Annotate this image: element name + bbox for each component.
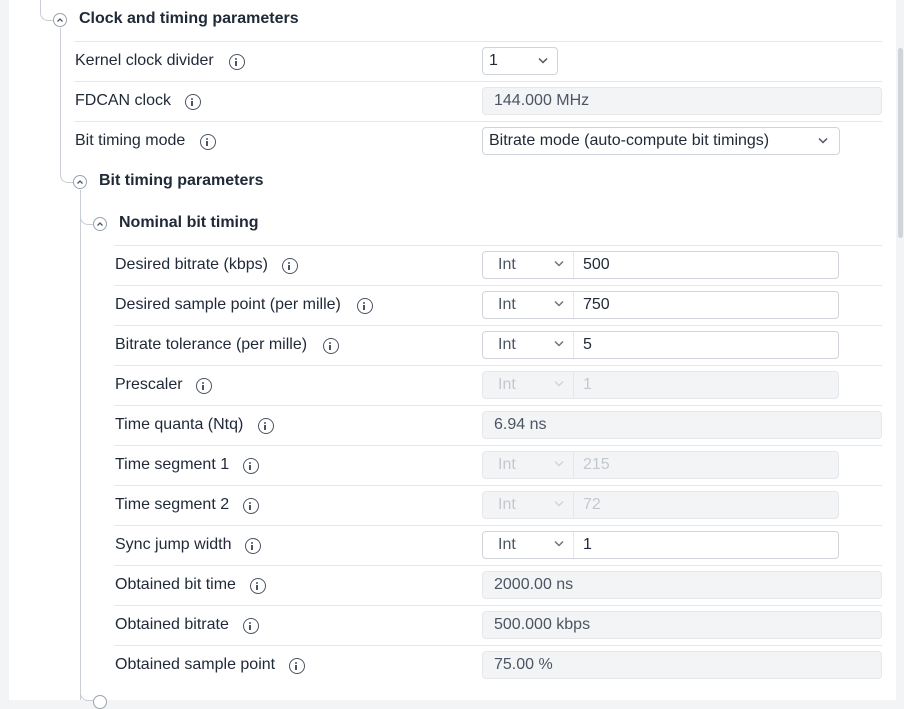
bitrate-tolerance-label: Bitrate tolerance (per mille)	[115, 336, 308, 353]
divider	[74, 121, 882, 122]
time-quanta-value: 6.94 ns	[482, 411, 882, 439]
info-icon[interactable]	[357, 298, 373, 314]
divider	[114, 245, 882, 246]
divider	[114, 645, 882, 646]
tree-connector	[60, 166, 73, 183]
bitrate-tolerance-field[interactable]: Int 5	[482, 331, 839, 359]
chevron-down-icon	[554, 260, 564, 267]
desired-bitrate-field[interactable]: Int 500	[482, 251, 839, 279]
tree-connector	[40, 0, 53, 21]
info-icon[interactable]	[243, 618, 259, 634]
info-icon[interactable]	[250, 578, 266, 594]
divider	[114, 565, 882, 566]
scrollbar-thumb[interactable]	[898, 48, 903, 238]
info-icon[interactable]	[196, 378, 212, 394]
chevron-down-icon	[818, 137, 828, 144]
tree-connector	[80, 688, 93, 701]
prescaler-field: Int 1	[482, 371, 839, 399]
time-segment-1-label: Time segment 1	[115, 456, 230, 473]
divider	[74, 81, 882, 82]
desired-sample-point-label: Desired sample point (per mille)	[115, 296, 341, 313]
divider	[114, 365, 882, 366]
info-icon[interactable]	[245, 538, 261, 554]
chevron-down-icon	[554, 540, 564, 547]
collapse-bit-timing-icon[interactable]	[73, 175, 87, 189]
info-icon[interactable]	[243, 458, 259, 474]
obtained-sample-point-value: 75.00 %	[482, 651, 882, 679]
divider	[114, 325, 882, 326]
fdcan-clock-value: 144.000 MHz	[482, 87, 882, 115]
fdcan-clock-label: FDCAN clock	[75, 92, 172, 109]
time-segment-2-field: Int 72	[482, 491, 839, 519]
tree-connector	[80, 208, 93, 225]
section-title-clock-timing: Clock and timing parameters	[79, 10, 299, 27]
chevron-down-icon	[554, 460, 564, 467]
divider	[74, 41, 882, 42]
kernel-clock-divider-select[interactable]: 1	[482, 47, 558, 75]
value-input: 72	[583, 496, 601, 513]
chevron-down-icon	[554, 380, 564, 387]
divider	[114, 605, 882, 606]
bit-timing-mode-label: Bit timing mode	[75, 132, 186, 149]
kernel-clock-divider-label: Kernel clock divider	[75, 52, 214, 69]
obtained-bit-time-label: Obtained bit time	[115, 576, 236, 593]
chevron-down-icon	[554, 300, 564, 307]
time-quanta-label: Time quanta (Ntq)	[115, 416, 244, 433]
collapse-clock-timing-icon[interactable]	[53, 13, 67, 27]
desired-sample-point-field[interactable]: Int 750	[482, 291, 839, 319]
chevron-down-icon	[554, 500, 564, 507]
sync-jump-width-label: Sync jump width	[115, 536, 232, 553]
info-icon[interactable]	[185, 94, 201, 110]
chevron-down-icon	[554, 340, 564, 347]
prescaler-label: Prescaler	[115, 376, 183, 393]
obtained-bitrate-value: 500.000 kbps	[482, 611, 882, 639]
obtained-bit-time-value: 2000.00 ns	[482, 571, 882, 599]
desired-bitrate-label: Desired bitrate (kbps)	[115, 256, 268, 273]
info-icon[interactable]	[258, 418, 274, 434]
divider	[114, 405, 882, 406]
value-input[interactable]: 1	[583, 532, 592, 558]
info-icon[interactable]	[243, 498, 259, 514]
section-title-bit-timing: Bit timing parameters	[99, 172, 264, 189]
obtained-bitrate-label: Obtained bitrate	[115, 616, 229, 633]
value-input[interactable]: 500	[583, 252, 610, 278]
divider	[114, 285, 882, 286]
value-input: 1	[583, 376, 592, 393]
time-segment-2-label: Time segment 2	[115, 496, 230, 513]
collapse-nominal-icon[interactable]	[93, 217, 107, 231]
value-input[interactable]: 750	[583, 292, 610, 318]
value-input[interactable]: 5	[583, 332, 592, 358]
obtained-sample-point-label: Obtained sample point	[115, 656, 276, 673]
time-segment-1-field: Int 215	[482, 451, 839, 479]
info-icon[interactable]	[323, 338, 339, 354]
divider	[114, 525, 882, 526]
info-icon[interactable]	[289, 658, 305, 674]
collapse-next-section-icon[interactable]	[93, 695, 107, 709]
info-icon[interactable]	[229, 54, 245, 70]
divider	[114, 445, 882, 446]
info-icon[interactable]	[282, 258, 298, 274]
tree-line	[60, 28, 61, 174]
section-title-nominal: Nominal bit timing	[119, 214, 259, 231]
divider	[114, 485, 882, 486]
tree-line	[80, 190, 81, 700]
sync-jump-width-field[interactable]: Int 1	[482, 531, 839, 559]
bit-timing-mode-select[interactable]: Bitrate mode (auto-compute bit timings)	[482, 127, 840, 155]
info-icon[interactable]	[200, 134, 216, 150]
value-input: 215	[583, 456, 610, 473]
chevron-down-icon	[538, 57, 548, 64]
